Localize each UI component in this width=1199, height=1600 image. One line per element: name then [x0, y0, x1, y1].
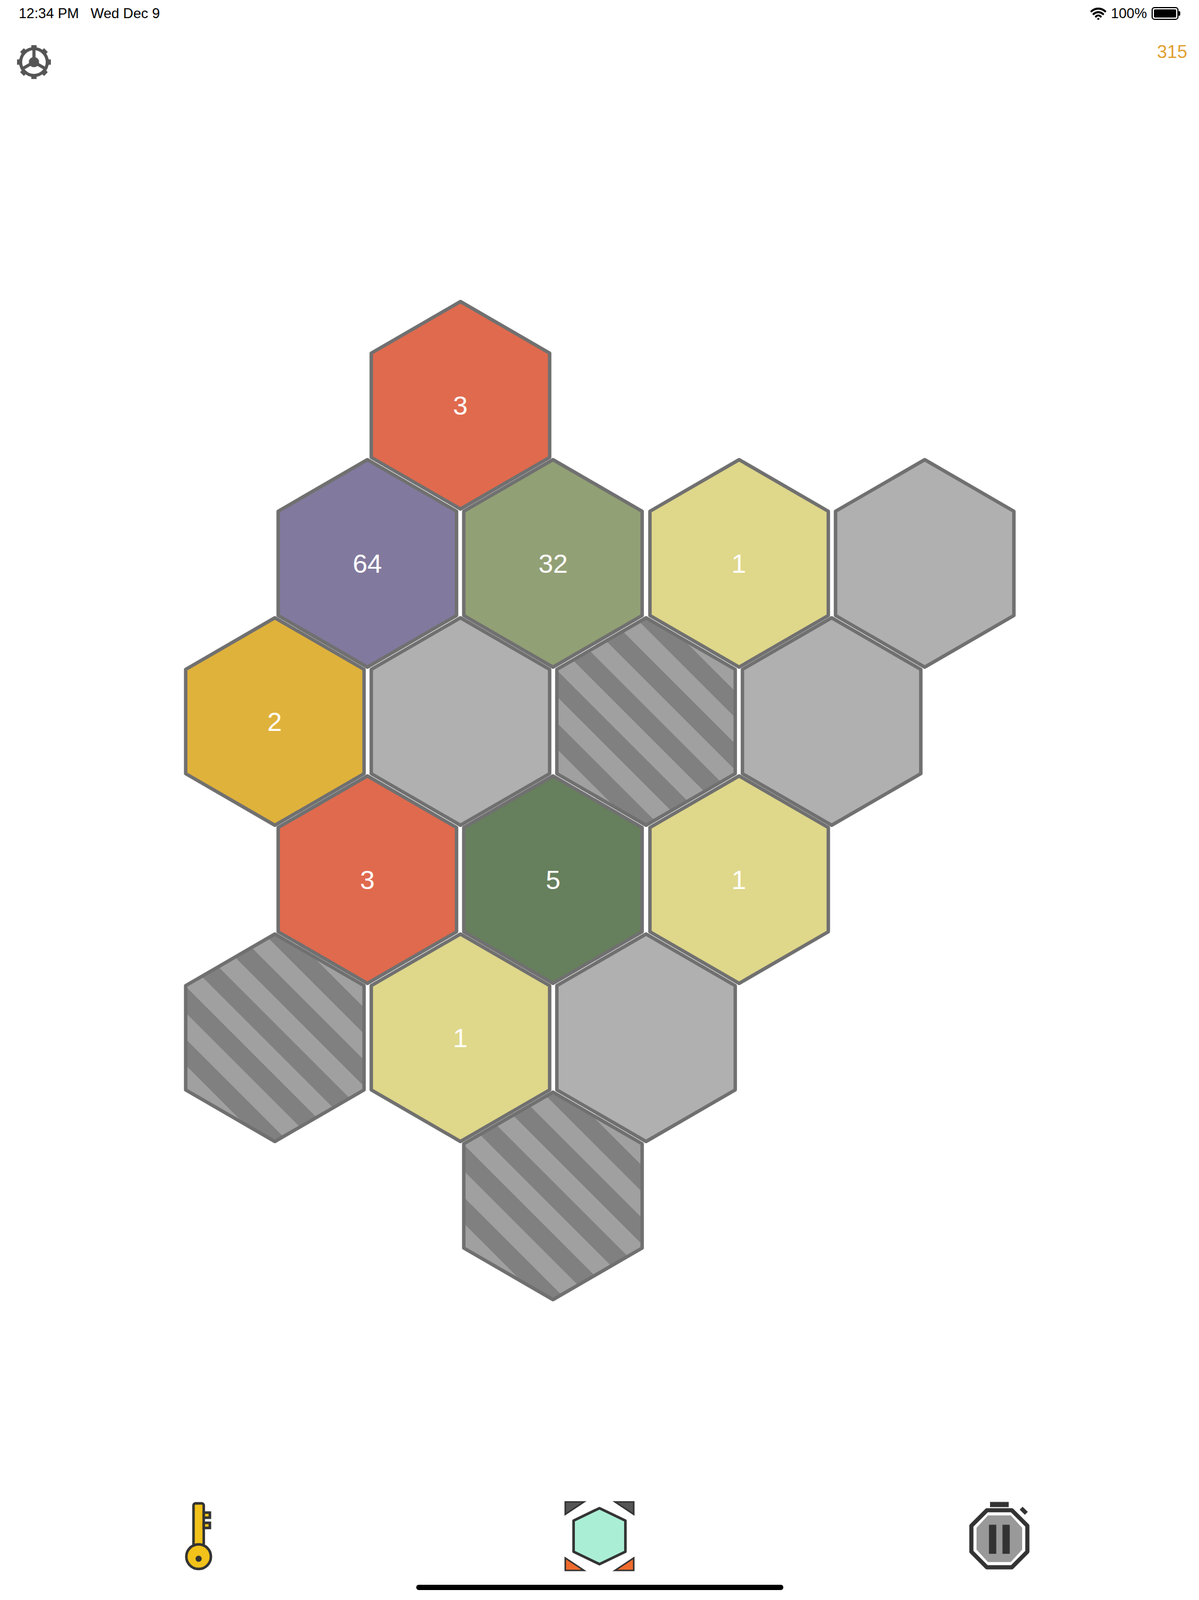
tile-value: 5 [545, 866, 561, 893]
blocked-cell[interactable] [182, 930, 368, 1145]
tile-value: 3 [360, 866, 375, 893]
tile-value: 64 [353, 550, 383, 577]
status-bar: 12:34 PM Wed Dec 9 100% [0, 0, 1199, 27]
tile-value: 1 [453, 1024, 468, 1051]
hexagon-swap-icon[interactable] [563, 1499, 636, 1572]
tile-value: 1 [731, 866, 746, 893]
wifi-icon [1090, 5, 1107, 22]
pause-timer-icon[interactable] [967, 1499, 1032, 1572]
home-indicator [416, 1584, 784, 1590]
key-icon[interactable] [179, 1499, 221, 1572]
gear-icon[interactable] [11, 39, 57, 85]
status-date: Wed Dec 9 [90, 2, 160, 25]
battery-icon [1151, 7, 1181, 20]
tile-value: 3 [453, 392, 468, 419]
hexagon-icon [182, 930, 368, 1145]
toolbar [0, 1497, 1199, 1574]
blocked-cell[interactable] [460, 1088, 646, 1303]
battery-percent: 100% [1111, 2, 1147, 25]
tile-value: 2 [266, 708, 282, 735]
tile-value: 32 [538, 550, 568, 577]
hexagon-icon [460, 1088, 646, 1303]
status-time: 12:34 PM [18, 2, 80, 25]
score: 315 [1156, 38, 1188, 67]
game-screen: 12:34 PM Wed Dec 9 100% 315 3 64 32 1 2 3 5 1 1 [0, 0, 1199, 1600]
board: 3 64 32 1 2 3 5 1 1 [182, 297, 1018, 1303]
tile-value: 1 [731, 550, 746, 577]
header: 315 [0, 26, 1199, 98]
